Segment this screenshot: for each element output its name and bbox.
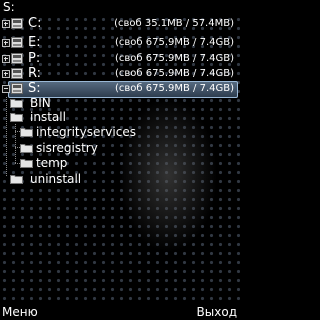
folder-icon	[20, 144, 33, 153]
folder-item-uninstall[interactable]: uninstall	[0, 171, 240, 187]
folder-label: integrityservices	[36, 125, 136, 139]
drive-label: E:	[28, 35, 41, 50]
drive-free-space: (своб 675.9MB / 7.4GB)	[114, 53, 234, 64]
drive-label: R:	[28, 66, 42, 81]
folder-item-install[interactable]: install	[0, 109, 240, 125]
folder-label: temp	[36, 156, 68, 170]
expand-icon[interactable]	[2, 55, 10, 63]
drive-icon	[11, 68, 23, 79]
exit-softkey[interactable]: Выход	[197, 304, 237, 320]
folder-item-sisregistry[interactable]: sisregistry	[0, 140, 240, 156]
drive-item-e[interactable]: E: (своб 675.9MB / 7.4GB)	[0, 35, 240, 51]
expand-icon[interactable]	[2, 20, 10, 28]
drive-item-c[interactable]: C: (своб 35.1MB / 57.4MB)	[0, 16, 240, 32]
drive-label: P:	[28, 51, 41, 66]
folder-label: install	[30, 110, 66, 124]
expand-icon[interactable]	[2, 70, 10, 78]
drive-icon	[11, 53, 23, 64]
drive-icon	[11, 18, 23, 29]
drive-icon	[11, 37, 23, 48]
expand-icon[interactable]	[2, 39, 10, 47]
menu-softkey[interactable]: Меню	[2, 304, 38, 320]
drive-free-space: (своб 35.1MB / 57.4MB)	[114, 18, 234, 29]
folder-open-icon	[10, 113, 23, 122]
drive-label: C:	[28, 16, 42, 31]
drive-free-space: (своб 675.9MB / 7.4GB)	[114, 37, 234, 48]
drive-item-p[interactable]: P: (своб 675.9MB / 7.4GB)	[0, 51, 240, 67]
folder-icon	[20, 128, 33, 137]
softkey-bar: Меню Выход	[0, 304, 240, 320]
window-title: S:	[0, 0, 243, 15]
folder-icon	[20, 159, 33, 168]
folder-label: uninstall	[30, 172, 82, 186]
drive-icon	[11, 83, 23, 94]
folder-label: sisregistry	[36, 141, 98, 155]
drive-free-space: (своб 675.9MB / 7.4GB)	[114, 68, 234, 79]
collapse-icon[interactable]	[2, 85, 10, 93]
folder-icon	[10, 99, 23, 108]
folder-item-integrityservices[interactable]: integrityservices	[0, 124, 240, 140]
folder-icon	[10, 175, 23, 184]
drive-item-r[interactable]: R: (своб 675.9MB / 7.4GB)	[0, 66, 240, 82]
folder-item-temp[interactable]: temp	[0, 155, 240, 171]
